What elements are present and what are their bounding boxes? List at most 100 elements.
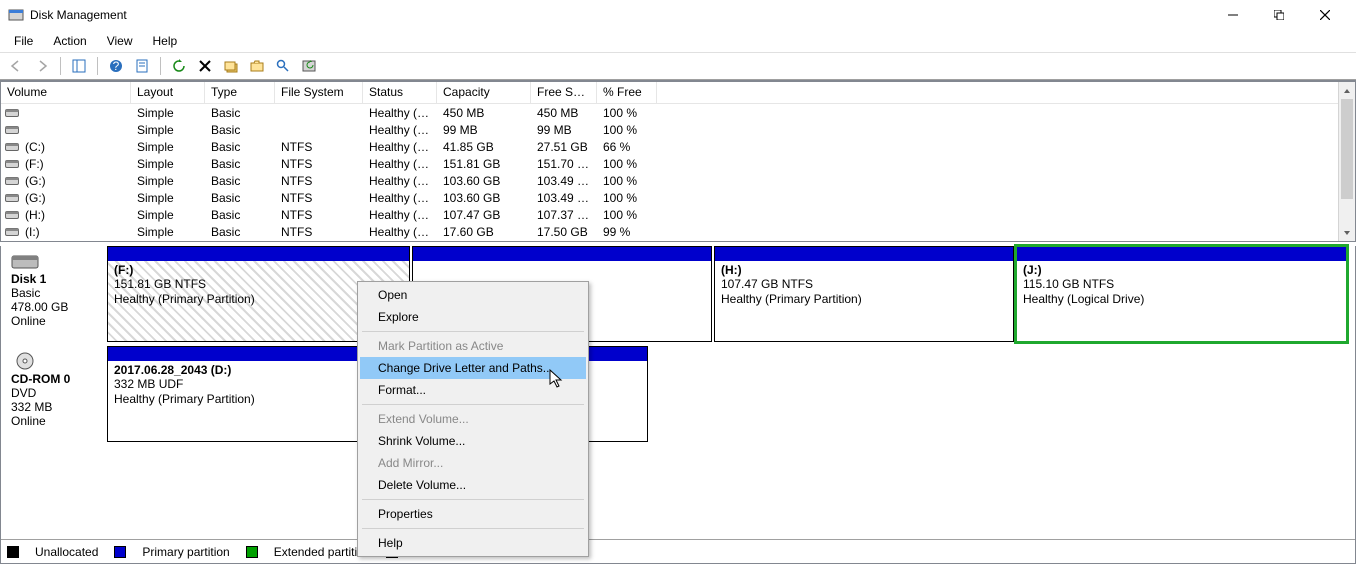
cell-type: Basic xyxy=(205,140,275,154)
scroll-up-icon[interactable] xyxy=(1339,82,1355,99)
col-pctfree[interactable]: % Free xyxy=(597,82,657,103)
cell-pct: 100 % xyxy=(597,106,657,120)
volume-row[interactable]: (C:)SimpleBasicNTFSHealthy (B...41.85 GB… xyxy=(1,138,1338,155)
volume-row[interactable]: (J:)SimpleBasicNTFSHealthy (L...115.10 G… xyxy=(1,240,1338,241)
legend-extended: Extended partition xyxy=(274,545,371,559)
delete-button[interactable] xyxy=(193,55,217,77)
volume-row[interactable]: (H:)SimpleBasicNTFSHealthy (P...107.47 G… xyxy=(1,206,1338,223)
show-hide-tree-button[interactable] xyxy=(67,55,91,77)
cell-status: Healthy (R... xyxy=(363,106,437,120)
cell-status: Healthy (P... xyxy=(363,225,437,239)
legend-unallocated: Unallocated xyxy=(35,545,98,559)
disk-row-cdrom0: CD-ROM 0 DVD 332 MB Online 2017.06.28_20… xyxy=(3,346,1347,442)
forward-button[interactable] xyxy=(30,55,54,77)
volume-row[interactable]: (G:)SimpleBasicNTFSHealthy (P...103.60 G… xyxy=(1,172,1338,189)
col-filesystem[interactable]: File System xyxy=(275,82,363,103)
volume-list: Volume Layout Type File System Status Ca… xyxy=(0,80,1356,242)
disk-size: 332 MB xyxy=(11,400,99,414)
cell-free: 151.70 GB xyxy=(531,157,597,171)
disk-label-cdrom0[interactable]: CD-ROM 0 DVD 332 MB Online xyxy=(3,346,103,442)
search-button[interactable] xyxy=(271,55,295,77)
cell-fs: NTFS xyxy=(275,225,363,239)
partition-h[interactable]: (H:) 107.47 GB NTFS Healthy (Primary Par… xyxy=(714,246,1014,342)
disk-graphical-view: Disk 1 Basic 478.00 GB Online (F:) 151.8… xyxy=(0,246,1356,564)
ctx-help[interactable]: Help xyxy=(360,532,586,554)
volume-icon xyxy=(1,209,19,220)
volume-list-header: Volume Layout Type File System Status Ca… xyxy=(1,82,1338,104)
cell-capacity: 151.81 GB xyxy=(437,157,531,171)
menu-action[interactable]: Action xyxy=(45,32,94,50)
volume-icon xyxy=(1,192,19,203)
menu-file[interactable]: File xyxy=(6,32,41,50)
partition-j[interactable]: (J:) 115.10 GB NTFS Healthy (Logical Dri… xyxy=(1016,246,1347,342)
cell-capacity: 17.60 GB xyxy=(437,225,531,239)
ctx-shrink-volume[interactable]: Shrink Volume... xyxy=(360,430,586,452)
ctx-separator xyxy=(362,528,584,529)
disk-type: DVD xyxy=(11,386,99,400)
cell-capacity: 103.60 GB xyxy=(437,191,531,205)
cell-capacity: 107.47 GB xyxy=(437,208,531,222)
ctx-explore[interactable]: Explore xyxy=(360,306,586,328)
close-button[interactable] xyxy=(1302,0,1348,30)
volume-icon xyxy=(1,107,19,118)
cdrom-icon xyxy=(11,352,39,370)
menubar: File Action View Help xyxy=(0,30,1356,52)
volume-icon xyxy=(1,175,19,186)
app-icon xyxy=(8,7,24,23)
ctx-separator xyxy=(362,331,584,332)
ctx-separator xyxy=(362,499,584,500)
cell-pct: 100 % xyxy=(597,123,657,137)
cell-layout: Simple xyxy=(131,106,205,120)
cell-capacity: 41.85 GB xyxy=(437,140,531,154)
legend-extended-swatch xyxy=(246,546,258,558)
maximize-button[interactable] xyxy=(1256,0,1302,30)
volume-scrollbar[interactable] xyxy=(1338,82,1355,241)
col-volume[interactable]: Volume xyxy=(1,82,131,103)
col-status[interactable]: Status xyxy=(363,82,437,103)
cell-volume: (H:) xyxy=(19,208,131,222)
cell-type: Basic xyxy=(205,208,275,222)
open-button[interactable] xyxy=(245,55,269,77)
menu-view[interactable]: View xyxy=(99,32,141,50)
volume-row[interactable]: (F:)SimpleBasicNTFSHealthy (P...151.81 G… xyxy=(1,155,1338,172)
volume-row[interactable]: (I:)SimpleBasicNTFSHealthy (P...17.60 GB… xyxy=(1,223,1338,240)
col-capacity[interactable]: Capacity xyxy=(437,82,531,103)
properties-button[interactable] xyxy=(130,55,154,77)
cell-fs: NTFS xyxy=(275,191,363,205)
ctx-properties[interactable]: Properties xyxy=(360,503,586,525)
cell-volume: (G:) xyxy=(19,191,131,205)
disk-size: 478.00 GB xyxy=(11,300,99,314)
cursor-icon xyxy=(549,369,565,392)
toolbar: ? xyxy=(0,52,1356,80)
titlebar: Disk Management xyxy=(0,0,1356,30)
col-free[interactable]: Free Spa... xyxy=(531,82,597,103)
col-type[interactable]: Type xyxy=(205,82,275,103)
scroll-down-icon[interactable] xyxy=(1339,224,1355,241)
settings-button[interactable] xyxy=(219,55,243,77)
cell-status: Healthy (E... xyxy=(363,123,437,137)
legend-primary: Primary partition xyxy=(142,545,229,559)
disk-status: Online xyxy=(11,314,99,328)
rescan-button[interactable] xyxy=(297,55,321,77)
col-layout[interactable]: Layout xyxy=(131,82,205,103)
back-button[interactable] xyxy=(4,55,28,77)
disk-type: Basic xyxy=(11,286,99,300)
help-button[interactable]: ? xyxy=(104,55,128,77)
cell-type: Basic xyxy=(205,106,275,120)
refresh-button[interactable] xyxy=(167,55,191,77)
menu-help[interactable]: Help xyxy=(145,32,186,50)
volume-row[interactable]: (G:)SimpleBasicNTFSHealthy (P...103.60 G… xyxy=(1,189,1338,206)
ctx-delete-volume[interactable]: Delete Volume... xyxy=(360,474,586,496)
volume-row[interactable]: SimpleBasicHealthy (R...450 MB450 MB100 … xyxy=(1,104,1338,121)
disk-title: CD-ROM 0 xyxy=(11,372,99,386)
cell-layout: Simple xyxy=(131,174,205,188)
minimize-button[interactable] xyxy=(1210,0,1256,30)
volume-row[interactable]: SimpleBasicHealthy (E...99 MB99 MB100 % xyxy=(1,121,1338,138)
ctx-open[interactable]: Open xyxy=(360,284,586,306)
scroll-thumb[interactable] xyxy=(1341,99,1353,199)
cell-capacity: 103.60 GB xyxy=(437,174,531,188)
cell-pct: 100 % xyxy=(597,157,657,171)
cell-layout: Simple xyxy=(131,123,205,137)
ctx-add-mirror: Add Mirror... xyxy=(360,452,586,474)
disk-label-disk1[interactable]: Disk 1 Basic 478.00 GB Online xyxy=(3,246,103,342)
